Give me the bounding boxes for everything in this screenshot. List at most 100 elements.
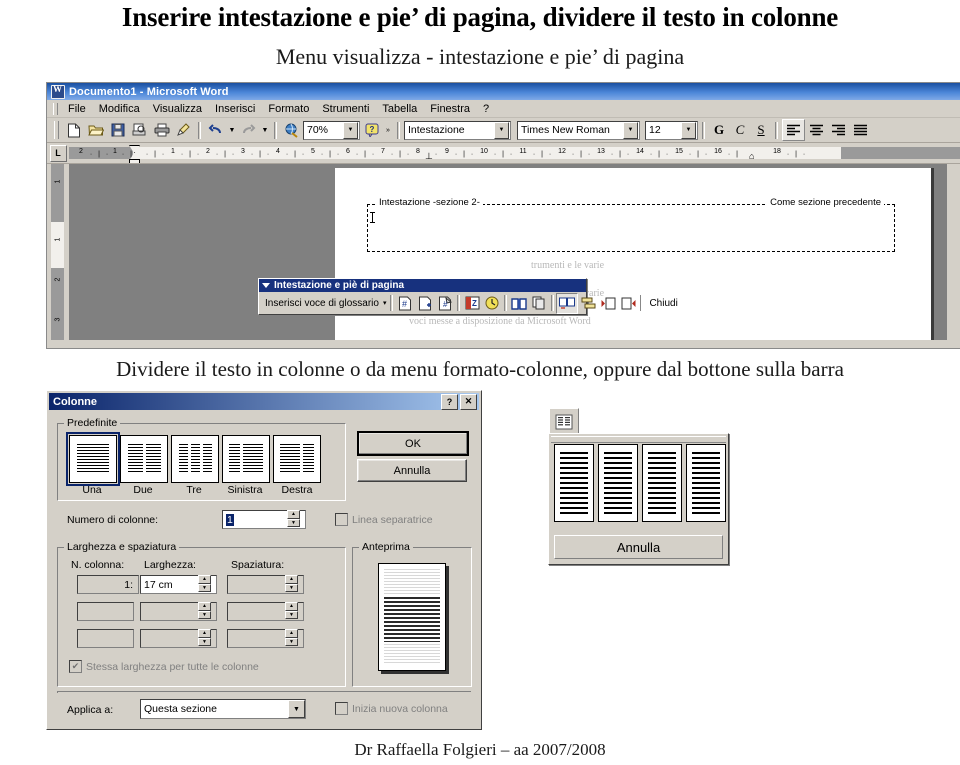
insert-time-icon[interactable] [482,294,502,313]
redo-icon[interactable] [238,120,259,140]
open-folder-icon[interactable] [85,120,106,140]
right-indent-marker[interactable]: ⌂ [749,151,754,161]
number-of-columns-stepper[interactable]: ▲ ▼ [287,510,300,527]
ok-button[interactable]: OK [357,431,469,456]
apply-to-dropdown-arrow[interactable]: ▼ [288,700,305,718]
undo-icon[interactable] [205,120,226,140]
row1-spacing-stepper[interactable]: ▲ ▼ [285,575,298,592]
vertical-scrollbar[interactable] [947,164,960,340]
text-cursor [370,212,375,223]
header-footer-toolbar-titlebar[interactable]: Intestazione e piè di pagina [259,279,586,292]
flyout-drag-handle[interactable] [551,436,726,443]
close-header-footer-button[interactable]: Chiudi [645,298,681,309]
print-preview-icon[interactable] [129,120,150,140]
menu-item-formato[interactable]: Formato [262,102,315,116]
insert-date-icon[interactable]: Z [462,294,482,313]
insert-autotext-arrow[interactable]: ▾ [383,299,389,307]
columns-toolbar-button[interactable] [549,408,579,436]
underline-button[interactable]: S [751,120,771,140]
cancel-button[interactable]: Annulla [357,459,467,482]
italic-button[interactable]: C [730,120,750,140]
flyout-option-2[interactable] [598,444,638,522]
menu-item-strumenti[interactable]: Strumenti [316,102,375,116]
column-preview-lines [692,452,720,514]
bold-button[interactable]: G [709,120,729,140]
show-hide-document-text-icon[interactable] [529,294,549,313]
close-icon[interactable]: ✕ [460,393,477,410]
row2-width-stepper[interactable]: ▲ ▼ [198,602,211,619]
apply-to-select[interactable]: Questa sezione ▼ [140,699,306,719]
chevron-down-icon [262,283,270,288]
help-question-icon[interactable]: ? [361,120,382,140]
document-canvas[interactable]: Intestazione -sezione 2- Come sezione pr… [69,164,960,340]
preset-sinistra[interactable] [222,435,270,483]
font-size-dropdown-arrow[interactable]: ▼ [681,121,696,139]
toolbar-grip[interactable] [54,121,59,139]
align-justify-icon[interactable] [850,120,871,140]
flyout-option-4[interactable] [686,444,726,522]
start-new-column-checkbox[interactable] [335,702,348,715]
insert-number-of-pages-icon[interactable] [415,294,435,313]
preset-destra[interactable] [273,435,321,483]
row3-width-stepper[interactable]: ▲ ▼ [198,629,211,646]
same-as-previous-label: Come sezione precedente [767,197,884,208]
separator-line-checkbox[interactable] [335,513,348,526]
help-button[interactable]: ? [441,393,458,410]
horizontal-ruler[interactable]: 2 · | · 1 · | · | · 1 · | · 2 · | · 3 · | · 4 · | · 5… [69,143,960,163]
undo-dropdown-arrow[interactable]: ▼ [227,120,237,140]
zoom-dropdown-arrow[interactable]: ▼ [343,121,358,139]
save-icon[interactable] [107,120,128,140]
align-left-icon[interactable] [782,119,805,141]
dialog-divider [57,691,471,693]
flyout-option-3[interactable] [642,444,682,522]
style-combo[interactable]: Intestazione ▼ [404,120,511,140]
font-size-combo[interactable]: 12 ▼ [645,120,698,140]
preset-due-label: Due [133,484,153,496]
equal-width-checkbox[interactable]: ✔ [69,660,82,673]
show-previous-icon[interactable] [598,294,618,313]
new-document-icon[interactable] [63,120,84,140]
insert-page-number-icon[interactable]: # [395,294,415,313]
switch-header-footer-icon[interactable] [578,294,598,313]
insert-autotext-button[interactable]: Inserisci voce di glossario [261,298,383,309]
row3-spacing-stepper[interactable]: ▲ ▼ [285,629,298,646]
left-indent-marker[interactable] [129,159,140,163]
zoom-combo[interactable]: 70% ▼ [303,120,360,140]
columns-dialog-titlebar[interactable]: Colonne ? ✕ [49,393,479,410]
menu-item-visualizza[interactable]: Visualizza [147,102,208,116]
format-page-number-icon[interactable]: # [435,294,455,313]
font-combo[interactable]: Times New Roman ▼ [517,120,640,140]
page-setup-icon[interactable] [509,294,529,313]
flyout-option-1[interactable] [554,444,594,522]
font-dropdown-arrow[interactable]: ▼ [623,121,638,139]
row1-width-stepper[interactable]: ▲ ▼ [198,575,211,592]
document-ghost-text-1: trumenti e le varie [531,260,605,271]
format-painter-icon[interactable] [173,120,194,140]
web-globe-icon[interactable] [281,120,302,140]
flyout-cancel-button[interactable]: Annulla [554,535,723,559]
preset-sinistra-label: Sinistra [227,484,263,496]
menu-item-file[interactable]: File [62,102,92,116]
menu-item-finestra[interactable]: Finestra [424,102,476,116]
tab-selector[interactable]: L [47,143,69,163]
menu-item-help[interactable]: ? [477,102,495,116]
header-edit-region[interactable]: Intestazione -sezione 2- Come sezione pr… [367,197,895,252]
row2-spacing-stepper[interactable]: ▲ ▼ [285,602,298,619]
center-tab-stop[interactable]: ⊥ [425,151,433,162]
toolbar-overflow-button[interactable]: » [383,120,393,140]
print-icon[interactable] [151,120,172,140]
menu-item-modifica[interactable]: Modifica [93,102,146,116]
preset-tre[interactable] [171,435,219,483]
tab-selector-glyph: L [49,144,67,162]
same-as-previous-icon[interactable] [556,292,579,314]
redo-dropdown-arrow[interactable]: ▼ [260,120,270,140]
show-next-icon[interactable] [618,294,638,313]
menu-item-inserisci[interactable]: Inserisci [209,102,261,116]
vertical-ruler[interactable]: 1 1 2 3 [47,164,69,340]
align-center-icon[interactable] [806,120,827,140]
style-dropdown-arrow[interactable]: ▼ [494,121,509,139]
preset-due[interactable] [120,435,168,483]
align-right-icon[interactable] [828,120,849,140]
menu-item-tabella[interactable]: Tabella [376,102,423,116]
preset-una[interactable] [66,432,120,486]
